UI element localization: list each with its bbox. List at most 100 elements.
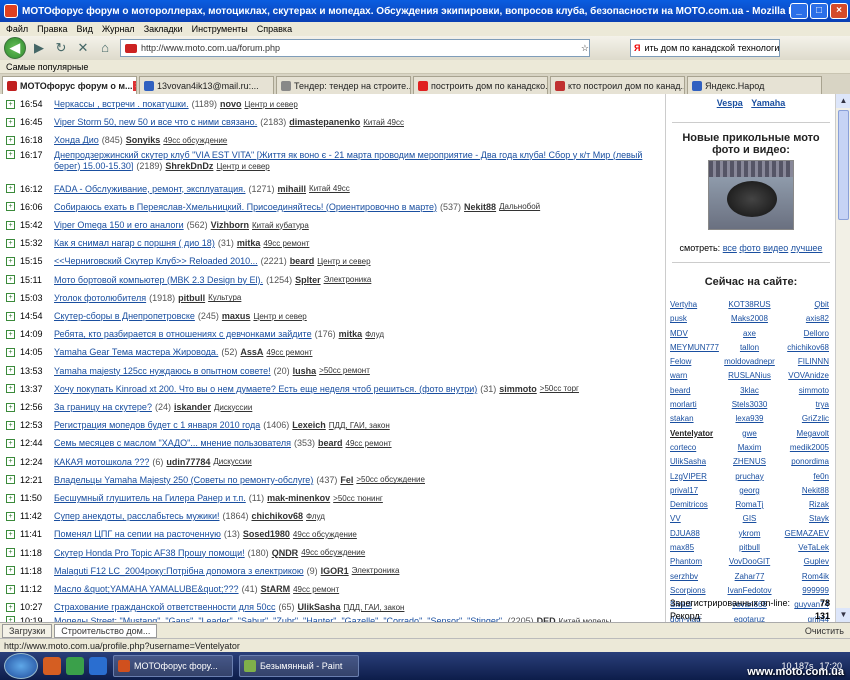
topic-category-link[interactable]: Электроника xyxy=(352,566,400,575)
online-user-link[interactable]: Stels3030 xyxy=(723,400,776,412)
topic-author-link[interactable]: mak-minenkov xyxy=(267,493,330,503)
topic-category-link[interactable]: Дискуссии xyxy=(213,457,251,466)
link-all[interactable]: все xyxy=(723,243,737,253)
brand-link-vespa[interactable]: Vespa xyxy=(717,98,743,108)
online-user-link[interactable]: VeTaLek xyxy=(776,543,829,555)
online-user-link[interactable]: axe xyxy=(723,329,776,341)
topic-category-link[interactable]: 49сс обсуждение xyxy=(301,548,365,557)
construction-tab[interactable]: Строительство дом... xyxy=(54,623,158,638)
topic-title-link[interactable]: Масло &quot;YAMAHA YAMALUBE&quot;??? xyxy=(54,584,239,594)
online-user-link[interactable]: RomaTj xyxy=(723,500,776,512)
topic-author-link[interactable]: novo xyxy=(220,99,242,109)
topic-title-link[interactable]: Yamaha Gear Тема мастера Жировода. xyxy=(54,347,218,357)
close-button[interactable]: × xyxy=(830,3,848,19)
online-user-link[interactable]: ZHENUS xyxy=(723,457,776,469)
address-bar[interactable]: http://www.moto.com.ua/forum.php ☆ xyxy=(120,39,590,57)
topic-category-link[interactable]: >50сс тюнинг xyxy=(333,494,383,503)
topic-title-link[interactable]: Yamaha majesty 125cc нуждаюсь в опытном … xyxy=(54,366,271,376)
topic-category-link[interactable]: Дискуссии xyxy=(214,403,252,412)
topic-author-link[interactable]: IGOR1 xyxy=(321,566,349,576)
online-user-link[interactable]: Stayk xyxy=(776,514,829,526)
menu-view[interactable]: Вид xyxy=(77,24,93,34)
topic-title-link[interactable]: Собираюсь ехать в Переяслав-Хмельницкий.… xyxy=(54,202,437,212)
online-user-link[interactable]: 3klac xyxy=(723,386,776,398)
online-user-link[interactable]: Zahar77 xyxy=(723,572,776,584)
online-user-link[interactable]: chichikov68 xyxy=(776,343,829,355)
topic-category-link[interactable]: 49сс ремонт xyxy=(263,239,309,248)
firefox-quicklaunch-icon[interactable] xyxy=(43,657,61,675)
link-video[interactable]: видео xyxy=(763,243,788,253)
online-user-link[interactable]: Scorpions xyxy=(670,586,723,598)
online-user-link[interactable]: Nekit88 xyxy=(776,486,829,498)
online-user-link[interactable]: fe0n xyxy=(776,472,829,484)
online-user-link[interactable]: medik2005 xyxy=(776,443,829,455)
browser-tab[interactable]: кто построил дом по канад... xyxy=(550,76,685,94)
topic-category-link[interactable]: Центр и север xyxy=(216,162,269,171)
online-user-link[interactable]: VovDooGIT xyxy=(723,557,776,569)
online-user-link[interactable]: Rizak xyxy=(776,500,829,512)
topic-category-link[interactable]: 49сс ремонт xyxy=(266,348,312,357)
online-user-link[interactable]: VV xyxy=(670,514,723,526)
topic-title-link[interactable]: Супер анекдоты, расслабьтесь мужики! xyxy=(54,511,219,521)
topic-title-link[interactable]: КАКАЯ мотошкола ??? xyxy=(54,457,149,467)
topic-category-link[interactable]: Китай кубатура xyxy=(252,221,309,230)
online-user-link[interactable]: Qbit xyxy=(776,300,829,312)
topic-author-link[interactable]: ShrekDnDz xyxy=(165,161,213,171)
online-user-link[interactable]: pitbull xyxy=(723,543,776,555)
topic-title-link[interactable]: Уголок фотолюбителя xyxy=(54,293,146,303)
online-user-link[interactable]: georg xyxy=(723,486,776,498)
tab-close-icon[interactable]: × xyxy=(132,80,136,91)
online-user-link[interactable]: MDV xyxy=(670,329,723,341)
menu-help[interactable]: Справка xyxy=(257,24,292,34)
topic-category-link[interactable]: ПДД, ГАИ, закон xyxy=(329,421,390,430)
chrome-quicklaunch-icon[interactable] xyxy=(66,657,84,675)
online-user-link[interactable]: KOT38RUS xyxy=(723,300,776,312)
topic-category-link[interactable]: 49сс ремонт xyxy=(293,585,339,594)
topic-author-link[interactable]: Nekit88 xyxy=(464,202,496,212)
online-user-link[interactable]: gwe xyxy=(723,429,776,441)
online-user-link[interactable]: moldovadnepr xyxy=(723,357,776,369)
online-user-link[interactable]: ykrom xyxy=(723,529,776,541)
online-user-link[interactable]: MEYMUN777 xyxy=(670,343,723,355)
online-user-link[interactable]: GIS xyxy=(723,514,776,526)
online-user-link[interactable]: Megavolt xyxy=(776,429,829,441)
online-user-link[interactable]: pruchay xyxy=(723,472,776,484)
topic-title-link[interactable]: Скутер-сборы в Днепропетровске xyxy=(54,311,195,321)
topic-author-link[interactable]: beard xyxy=(290,256,315,266)
online-user-link[interactable]: GriZzlic xyxy=(776,414,829,426)
topic-category-link[interactable]: Центр и север xyxy=(244,100,297,109)
topic-category-link[interactable]: Китай 49сс xyxy=(363,118,404,127)
online-user-link[interactable]: FILINNN xyxy=(776,357,829,369)
online-user-link[interactable]: RUSLANius xyxy=(723,371,776,383)
online-user-link[interactable]: Felow xyxy=(670,357,723,369)
scroll-thumb[interactable] xyxy=(838,110,849,220)
topic-author-link[interactable]: Lexeich xyxy=(292,420,326,430)
topic-author-link[interactable]: StARM xyxy=(261,584,291,594)
topic-category-link[interactable]: Дальнобой xyxy=(499,202,540,211)
yandex-search-icon[interactable]: Я xyxy=(634,43,640,53)
online-user-link[interactable]: Guplev xyxy=(776,557,829,569)
link-best[interactable]: лучшее xyxy=(791,243,823,253)
online-user-link[interactable]: pusk xyxy=(670,314,723,326)
topic-category-link[interactable]: >50сс торг xyxy=(540,384,579,393)
topic-title-link[interactable]: Регистрация мопедов будет с 1 января 201… xyxy=(54,420,260,430)
downloads-tab[interactable]: Загрузки xyxy=(2,623,53,638)
home-icon[interactable]: ⌂ xyxy=(96,39,114,57)
topic-author-link[interactable]: mihaill xyxy=(278,184,307,194)
topic-author-link[interactable]: AssA xyxy=(240,347,263,357)
topic-title-link[interactable]: За границу на скутере? xyxy=(54,402,152,412)
vertical-scrollbar[interactable]: ▲ ▼ xyxy=(835,94,850,622)
topic-category-link[interactable]: 49сс обсуждение xyxy=(293,530,357,539)
online-user-link[interactable]: lexa939 xyxy=(723,414,776,426)
online-user-link[interactable]: LzgVIPER xyxy=(670,472,723,484)
topic-author-link[interactable]: mitka xyxy=(339,329,363,339)
topic-title-link[interactable]: Viper Omega 150 и его аналоги xyxy=(54,220,184,230)
online-user-link[interactable]: morlarti xyxy=(670,400,723,412)
topic-category-link[interactable]: ПДД, ГАИ, закон xyxy=(344,603,405,612)
topic-title-link[interactable]: Malaguti F12 LC_2004року:Потрібна допомо… xyxy=(54,566,304,576)
topic-category-link[interactable]: Флуд xyxy=(306,512,325,521)
online-user-link[interactable]: stakan xyxy=(670,414,723,426)
online-user-link[interactable]: Maks2008 xyxy=(723,314,776,326)
menu-file[interactable]: Файл xyxy=(6,24,28,34)
topic-title-link[interactable]: Viper Storm 50, new 50 и все что с ними … xyxy=(54,117,257,127)
